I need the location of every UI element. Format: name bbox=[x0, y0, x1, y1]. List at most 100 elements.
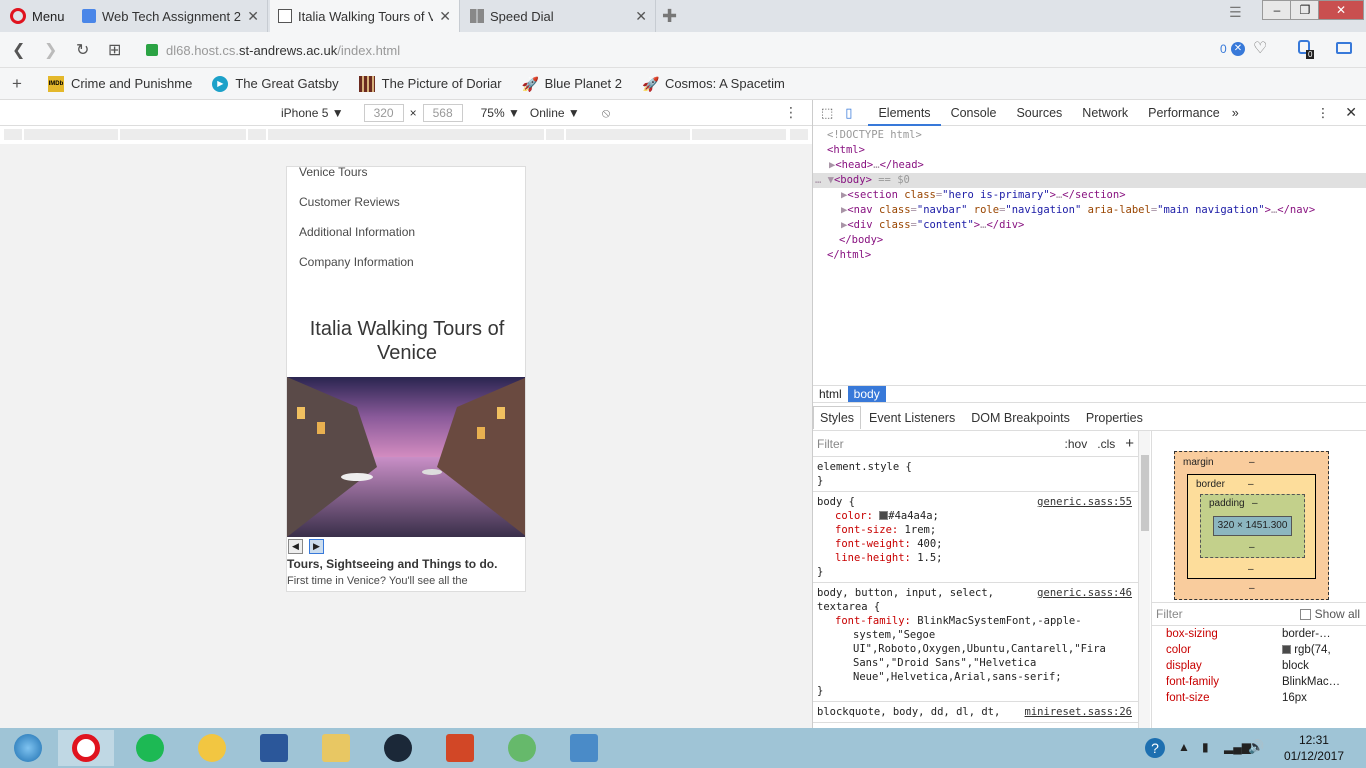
heart-icon[interactable]: ♡ bbox=[1253, 38, 1267, 58]
computed-row[interactable]: font-size 16px bbox=[1152, 690, 1366, 706]
subtab-properties[interactable]: Properties bbox=[1078, 411, 1151, 425]
ruler-segment[interactable] bbox=[790, 129, 808, 140]
box-model-margin[interactable]: margin – border – padding – 320 × 1451.3… bbox=[1174, 451, 1329, 600]
rule-minireset[interactable]: minireset.sass:26 blockquote, body, dd, … bbox=[813, 702, 1138, 723]
nav-link-additional-information[interactable]: Additional Information bbox=[299, 225, 415, 239]
close-tab-icon[interactable]: ✕ bbox=[247, 8, 259, 25]
ruler-segment[interactable] bbox=[546, 129, 564, 140]
zoom-select[interactable]: 75% ▼ bbox=[481, 106, 520, 120]
tab-network[interactable]: Network bbox=[1072, 100, 1138, 126]
bookmark-the-great-gatsby[interactable]: ▶ The Great Gatsby bbox=[212, 75, 339, 92]
styles-scrollbar[interactable] bbox=[1138, 431, 1150, 728]
computed-filter-input[interactable]: Filter bbox=[1152, 607, 1300, 621]
subtab-event-listeners[interactable]: Event Listeners bbox=[861, 411, 963, 425]
ruler-segment[interactable] bbox=[24, 129, 118, 140]
device-screen[interactable]: Venice Tours Customer Reviews Additional… bbox=[286, 166, 526, 592]
device-width-input[interactable]: 320 bbox=[363, 103, 404, 122]
taskbar-word[interactable] bbox=[246, 730, 302, 766]
tab-menu-icon[interactable]: ☰ bbox=[1229, 4, 1242, 21]
new-tab-button[interactable]: ✚ bbox=[662, 6, 677, 27]
rotate-icon[interactable]: ⦸ bbox=[602, 105, 610, 121]
show-all-checkbox[interactable] bbox=[1299, 608, 1311, 620]
close-tab-icon[interactable]: ✕ bbox=[439, 8, 451, 25]
carousel-prev-button[interactable]: ◀ bbox=[288, 539, 303, 554]
styles-pane[interactable]: Filter :hov .cls + element.style { } gen… bbox=[813, 431, 1138, 728]
taskbar-clock[interactable]: 12:31 01/12/2017 bbox=[1284, 732, 1344, 764]
maximize-button[interactable]: ❐ bbox=[1290, 0, 1320, 20]
network-select[interactable]: Online ▼ bbox=[530, 106, 580, 120]
speed-dial-grid-icon[interactable]: ⊞ bbox=[108, 40, 121, 60]
tab-sources[interactable]: Sources bbox=[1006, 100, 1072, 126]
ruler-segment[interactable] bbox=[248, 129, 266, 140]
rule-element-style[interactable]: element.style { } bbox=[813, 457, 1138, 492]
rule-source[interactable]: generic.sass:46 bbox=[1037, 586, 1132, 600]
subtab-styles[interactable]: Styles bbox=[813, 406, 862, 429]
ruler-segment[interactable] bbox=[4, 129, 22, 140]
dom-node-html[interactable]: <html> bbox=[813, 143, 1366, 158]
ruler-segment[interactable] bbox=[566, 129, 690, 140]
more-tabs-icon[interactable]: » bbox=[1232, 106, 1239, 120]
tab-web-tech-assignment[interactable]: Web Tech Assignment 2 - ✕ bbox=[74, 0, 268, 32]
back-icon[interactable]: ❮ bbox=[12, 40, 25, 60]
dom-node-doctype[interactable]: <!DOCTYPE html> bbox=[813, 128, 1366, 143]
box-model-padding[interactable]: padding – 320 × 1451.300 – bbox=[1200, 494, 1305, 558]
more-options-icon[interactable]: ⋮ bbox=[784, 104, 798, 121]
bookmark-crime-and-punishment[interactable]: IMDb Crime and Punishme bbox=[47, 75, 192, 92]
taskbar-atom[interactable] bbox=[494, 730, 550, 766]
computed-row[interactable]: color rgb(74, bbox=[1152, 642, 1366, 658]
minimize-button[interactable]: – bbox=[1262, 0, 1292, 20]
taskbar-steam[interactable] bbox=[370, 730, 426, 766]
carousel-next-button[interactable]: ▶ bbox=[309, 539, 324, 554]
breadcrumb-html[interactable]: html bbox=[813, 386, 848, 402]
close-window-button[interactable]: ✕ bbox=[1318, 0, 1364, 20]
device-toggle-icon[interactable]: ▯ bbox=[845, 105, 852, 121]
forward-icon[interactable]: ❯ bbox=[44, 40, 57, 60]
url-field[interactable]: dl68.host.cs.st-andrews.ac.uk/index.html bbox=[140, 37, 1280, 63]
rule-source[interactable]: generic.sass:55 bbox=[1037, 495, 1132, 509]
sidebar-toggle-icon[interactable] bbox=[1336, 42, 1352, 54]
tab-speed-dial[interactable]: Speed Dial ✕ bbox=[462, 0, 656, 32]
taskbar-bee-app[interactable] bbox=[184, 730, 240, 766]
color-swatch[interactable] bbox=[879, 511, 889, 520]
rule-source[interactable]: minireset.sass:26 bbox=[1025, 705, 1132, 719]
battery-icon[interactable]: ▮ bbox=[1202, 740, 1209, 754]
start-button[interactable] bbox=[0, 730, 56, 766]
taskbar-powerpoint[interactable] bbox=[432, 730, 488, 766]
tab-italia-walking-tours[interactable]: Italia Walking Tours of Ven ✕ bbox=[270, 0, 460, 32]
bookmark-cosmos[interactable]: 🚀 Cosmos: A Spacetim bbox=[642, 76, 785, 92]
nav-link-customer-reviews[interactable]: Customer Reviews bbox=[299, 195, 400, 209]
volume-icon[interactable]: 🔊 bbox=[1248, 739, 1264, 755]
computed-row[interactable]: display block bbox=[1152, 658, 1366, 674]
breadcrumb-body[interactable]: body bbox=[847, 386, 886, 402]
devtools-menu-icon[interactable]: ⋮ bbox=[1317, 105, 1330, 120]
tray-expand-icon[interactable]: ▲ bbox=[1178, 740, 1190, 754]
bookmark-blue-planet-2[interactable]: 🚀 Blue Planet 2 bbox=[522, 76, 622, 92]
bookmark-picture-of-dorian[interactable]: The Picture of Doriar bbox=[358, 75, 502, 92]
help-icon[interactable]: ? bbox=[1145, 738, 1165, 758]
rule-body[interactable]: generic.sass:55 body { color: #4a4a4a; f… bbox=[813, 492, 1138, 583]
computed-row[interactable]: box-sizing border-… bbox=[1152, 626, 1366, 642]
dom-node-body[interactable]: … ▼<body> == $0 bbox=[813, 173, 1366, 188]
tab-performance[interactable]: Performance bbox=[1138, 100, 1230, 126]
taskbar-file-explorer[interactable] bbox=[308, 730, 364, 766]
dom-node-section[interactable]: ▶<section class="hero is-primary">…</sec… bbox=[813, 188, 1366, 203]
device-height-input[interactable]: 568 bbox=[422, 103, 463, 122]
adblock-icon[interactable]: ✕ bbox=[1231, 42, 1245, 56]
box-model-content[interactable]: 320 × 1451.300 bbox=[1213, 516, 1292, 536]
tab-elements[interactable]: Elements bbox=[868, 100, 941, 126]
device-select[interactable]: iPhone 5 ▼ bbox=[281, 106, 344, 120]
computed-row[interactable]: font-family BlinkMac… bbox=[1152, 674, 1366, 690]
close-tab-icon[interactable]: ✕ bbox=[635, 8, 647, 25]
subtab-dom-breakpoints[interactable]: DOM Breakpoints bbox=[963, 411, 1078, 425]
dom-tree[interactable]: <!DOCTYPE html> <html> ▶<head>…</head> …… bbox=[813, 128, 1366, 263]
network-signal-icon[interactable]: ▂▄▆ bbox=[1224, 740, 1251, 754]
taskbar-opera[interactable] bbox=[58, 730, 114, 766]
taskbar-photos[interactable] bbox=[556, 730, 612, 766]
dom-node-nav[interactable]: ▶<nav class="navbar" role="navigation" a… bbox=[813, 203, 1366, 218]
dom-node-head[interactable]: ▶<head>…</head> bbox=[813, 158, 1366, 173]
opera-menu-button[interactable]: Menu bbox=[0, 0, 72, 32]
taskbar-spotify[interactable] bbox=[122, 730, 178, 766]
close-devtools-icon[interactable]: ✕ bbox=[1345, 104, 1357, 121]
hov-toggle[interactable]: :hov bbox=[1065, 437, 1088, 451]
ruler-segment[interactable] bbox=[692, 129, 786, 140]
